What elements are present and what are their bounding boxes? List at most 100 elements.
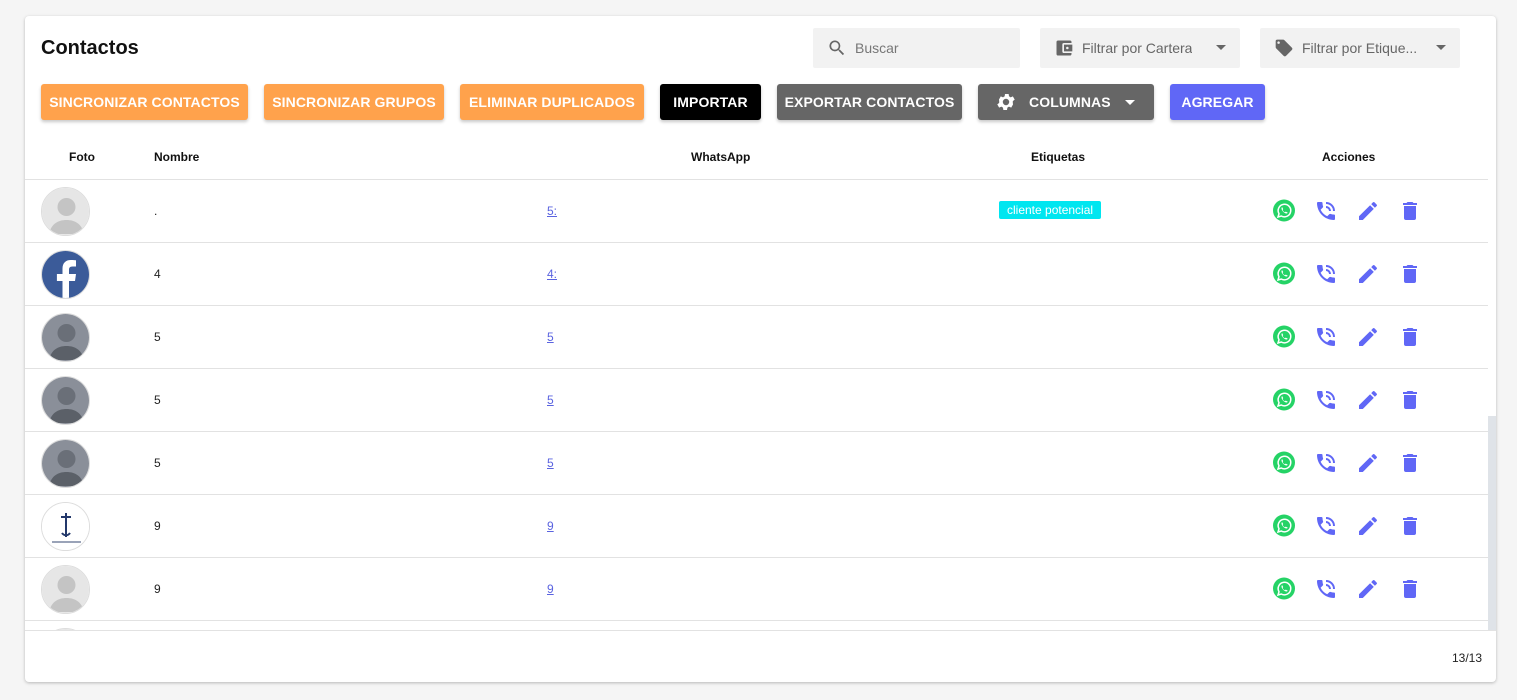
- phone-call-icon: [1317, 517, 1335, 535]
- table-row: 4 4:: [25, 243, 1488, 306]
- avatar: [41, 439, 90, 488]
- table-row: 55: [25, 306, 1488, 369]
- whatsapp-chat-button[interactable]: [1272, 388, 1296, 412]
- whatsapp-icon: [1273, 325, 1295, 348]
- remove-duplicates-button[interactable]: ELIMINAR DUPLICADOS: [460, 84, 644, 120]
- edit-button[interactable]: [1356, 514, 1380, 538]
- whatsapp-icon: [1273, 451, 1295, 474]
- whatsapp-number-link[interactable]: 5:: [547, 204, 557, 218]
- contact-name: 9: [154, 582, 161, 596]
- column-header-actions: Acciones: [1322, 150, 1376, 164]
- whatsapp-chat-button[interactable]: [1272, 577, 1296, 601]
- delete-button[interactable]: [1398, 451, 1422, 475]
- page-title: Contactos: [41, 37, 139, 59]
- whatsapp-icon: [1273, 388, 1295, 411]
- whatsapp-icon: [1273, 262, 1295, 285]
- whatsapp-number-link[interactable]: 5: [547, 456, 554, 470]
- filter-wallet-select[interactable]: Filtrar por Cartera: [1040, 28, 1240, 68]
- chevron-down-icon: [1124, 99, 1135, 105]
- search-input[interactable]: [855, 40, 1005, 56]
- delete-button[interactable]: [1398, 577, 1422, 601]
- edit-pencil-icon: [1359, 517, 1377, 535]
- edit-pencil-icon: [1359, 328, 1377, 346]
- column-header-photo: Foto: [69, 150, 95, 164]
- filter-tag-select[interactable]: Filtrar por Etique...: [1260, 28, 1460, 68]
- call-button[interactable]: [1314, 199, 1338, 223]
- whatsapp-chat-button[interactable]: [1272, 451, 1296, 475]
- call-button[interactable]: [1314, 262, 1338, 286]
- table-row: . 5: cliente potencial: [25, 180, 1488, 243]
- whatsapp-number-link[interactable]: 5: [547, 330, 554, 344]
- wallet-icon: [1056, 40, 1073, 56]
- chevron-down-icon: [1436, 45, 1446, 50]
- call-button[interactable]: [1314, 325, 1338, 349]
- trash-icon: [1403, 328, 1417, 346]
- contact-name: 5: [154, 330, 161, 344]
- delete-button[interactable]: [1398, 325, 1422, 349]
- delete-button[interactable]: [1398, 514, 1422, 538]
- search-box[interactable]: [813, 28, 1020, 68]
- contact-name: 5: [154, 393, 161, 407]
- call-button[interactable]: [1314, 388, 1338, 412]
- whatsapp-number-link[interactable]: 5: [547, 393, 554, 407]
- add-contact-button[interactable]: AGREGAR: [1170, 84, 1265, 120]
- avatar: [41, 502, 90, 551]
- table-row: 55: [25, 432, 1488, 495]
- tag-chip: cliente potencial: [999, 201, 1102, 219]
- trash-icon: [1403, 580, 1417, 598]
- phone-call-icon: [1317, 265, 1335, 283]
- contact-name: .: [154, 204, 158, 218]
- edit-button[interactable]: [1356, 325, 1380, 349]
- avatar: [41, 376, 90, 425]
- edit-button[interactable]: [1356, 577, 1380, 601]
- edit-pencil-icon: [1359, 265, 1377, 283]
- call-button[interactable]: [1314, 577, 1338, 601]
- contacts-table-body: . 5: cliente potencial 4 4: 5 5 5 5 5 5 9 9 9 9: [25, 180, 1488, 630]
- table-row: 99: [25, 495, 1488, 558]
- sync-groups-button[interactable]: SINCRONIZAR GRUPOS: [264, 84, 444, 120]
- whatsapp-chat-button[interactable]: [1272, 325, 1296, 349]
- phone-call-icon: [1317, 580, 1335, 598]
- delete-button[interactable]: [1398, 199, 1422, 223]
- whatsapp-chat-button[interactable]: [1272, 514, 1296, 538]
- filter-tag-label: Filtrar por Etique...: [1302, 40, 1418, 56]
- phone-call-icon: [1317, 202, 1335, 220]
- whatsapp-icon: [1273, 514, 1295, 537]
- whatsapp-chat-button[interactable]: [1272, 199, 1296, 223]
- edit-pencil-icon: [1359, 580, 1377, 598]
- import-button[interactable]: IMPORTAR: [660, 84, 761, 120]
- whatsapp-chat-button[interactable]: [1272, 262, 1296, 286]
- edit-button[interactable]: [1356, 388, 1380, 412]
- trash-icon: [1403, 202, 1417, 220]
- edit-button[interactable]: [1356, 199, 1380, 223]
- whatsapp-number-link[interactable]: 4:: [547, 267, 557, 281]
- column-header-name: Nombre: [154, 150, 200, 164]
- whatsapp-number-link[interactable]: 9: [547, 582, 554, 596]
- table-row: 55: [25, 369, 1488, 432]
- delete-button[interactable]: [1398, 262, 1422, 286]
- phone-call-icon: [1317, 454, 1335, 472]
- whatsapp-icon: [1273, 199, 1295, 222]
- phone-call-icon: [1317, 328, 1335, 346]
- contact-name: 9: [154, 519, 161, 533]
- trash-icon: [1403, 391, 1417, 409]
- columns-button[interactable]: COLUMNAS: [978, 84, 1154, 120]
- phone-call-icon: [1317, 391, 1335, 409]
- call-button[interactable]: [1314, 451, 1338, 475]
- edit-pencil-icon: [1359, 202, 1377, 220]
- edit-button[interactable]: [1356, 262, 1380, 286]
- export-contacts-button[interactable]: EXPORTAR CONTACTOS: [777, 84, 962, 120]
- avatar: [41, 565, 90, 614]
- call-button[interactable]: [1314, 514, 1338, 538]
- table-footer: 13/13: [25, 630, 1496, 682]
- whatsapp-number-link[interactable]: 9: [547, 519, 554, 533]
- sync-contacts-button[interactable]: SINCRONIZAR CONTACTOS: [41, 84, 248, 120]
- edit-pencil-icon: [1359, 454, 1377, 472]
- edit-button[interactable]: [1356, 451, 1380, 475]
- scrollbar[interactable]: [1488, 416, 1496, 630]
- contact-name: 4: [154, 267, 161, 281]
- column-header-whatsapp: WhatsApp: [691, 150, 751, 164]
- gear-icon: [997, 94, 1015, 110]
- trash-icon: [1403, 454, 1417, 472]
- delete-button[interactable]: [1398, 388, 1422, 412]
